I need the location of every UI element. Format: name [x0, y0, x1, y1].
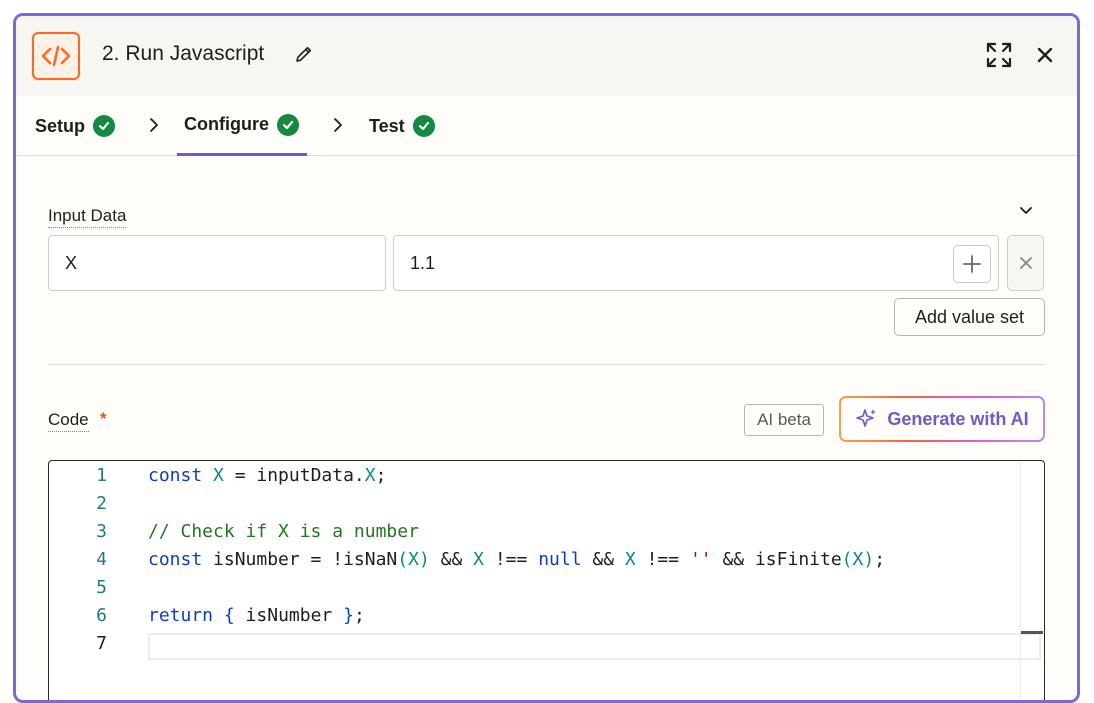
- generate-with-ai-button[interactable]: Generate with AI: [839, 396, 1045, 442]
- sparkle-icon: [856, 409, 877, 427]
- check-circle-icon: [277, 113, 299, 136]
- remove-row-button[interactable]: [1007, 235, 1044, 291]
- expand-icon[interactable]: [984, 40, 1014, 70]
- code-label-text: Code: [48, 410, 89, 429]
- insert-data-button[interactable]: [953, 245, 991, 283]
- editor-cursor-marker: [1021, 631, 1043, 634]
- add-value-set-button[interactable]: Add value set: [894, 298, 1045, 336]
- input-data-label: Input Data: [48, 206, 127, 228]
- editor-scrollbar-track[interactable]: [1020, 461, 1021, 700]
- code-line: const isNumber = !isNaN(X) && X !== null…: [148, 549, 886, 570]
- input-value-field[interactable]: 1.1: [393, 235, 999, 291]
- line-number: 5: [96, 577, 107, 598]
- step-tabs: Setup Configure Test: [16, 96, 1077, 156]
- required-marker: *: [100, 409, 107, 428]
- line-number: 7: [96, 633, 107, 654]
- chevron-right-icon: [147, 116, 161, 134]
- run-javascript-panel: 2. Run Javascript Setup Configure Test I…: [13, 13, 1080, 703]
- generate-label: Generate with AI: [887, 408, 1029, 429]
- check-circle-icon: [93, 115, 116, 137]
- code-editor[interactable]: 1 2 3 4 5 6 7 const X = inputData.X; // …: [48, 460, 1045, 700]
- tab-setup[interactable]: Setup: [35, 96, 116, 156]
- close-icon[interactable]: [1034, 44, 1056, 66]
- current-line-highlight: [148, 633, 1041, 660]
- check-circle-icon: [412, 115, 435, 137]
- chevron-right-icon: [331, 116, 345, 134]
- tab-label: Configure: [184, 114, 269, 134]
- code-line: // Check if X is a number: [148, 521, 419, 542]
- line-number: 6: [96, 605, 107, 626]
- code-icon: [32, 32, 80, 80]
- tab-configure[interactable]: Configure: [177, 96, 307, 156]
- tab-label: Setup: [35, 115, 86, 136]
- line-number: 1: [96, 465, 107, 486]
- panel-header: 2. Run Javascript: [16, 16, 1077, 96]
- tab-test[interactable]: Test: [369, 96, 435, 156]
- chevron-down-icon[interactable]: [1016, 200, 1036, 220]
- input-key-field[interactable]: X: [48, 235, 386, 291]
- plus-icon: [963, 255, 981, 273]
- line-number: 4: [96, 549, 107, 570]
- code-line: const X = inputData.X;: [148, 465, 387, 486]
- line-number: 3: [96, 521, 107, 542]
- panel-title: 2. Run Javascript: [102, 42, 265, 65]
- close-icon: [1019, 257, 1032, 269]
- line-number: 2: [96, 493, 107, 514]
- ai-beta-badge: AI beta: [744, 404, 824, 436]
- pencil-icon[interactable]: [294, 44, 314, 64]
- code-label: Code: [48, 410, 89, 432]
- section-divider: [48, 364, 1045, 365]
- code-line: return { isNumber };: [148, 605, 365, 626]
- tab-label: Test: [369, 115, 405, 136]
